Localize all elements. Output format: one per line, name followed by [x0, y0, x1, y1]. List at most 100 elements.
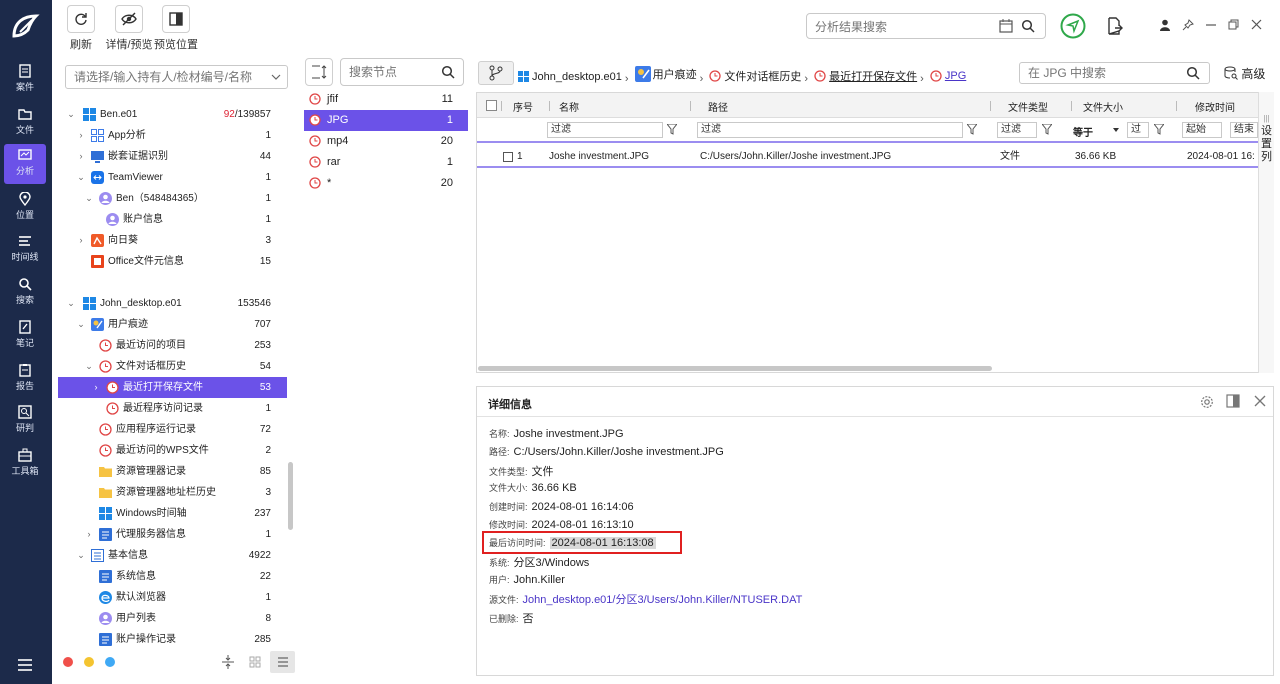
col-size[interactable]: 文件大小 [1083, 99, 1123, 114]
tree-item[interactable]: ⌄ Ben（548484365） 1 [58, 188, 287, 209]
nav-toolbox[interactable]: 工具箱 [4, 444, 46, 484]
search-icon[interactable] [1021, 19, 1035, 33]
breadcrumb-item[interactable]: 用户痕迹 [634, 66, 697, 82]
preview-position-button[interactable]: 预览位置 [154, 5, 198, 52]
chevron-down-icon[interactable]: ⌄ [66, 104, 76, 125]
tree-item[interactable]: 最近程序访问记录 1 [58, 398, 287, 419]
size-filter[interactable]: 过滤 [1127, 122, 1149, 138]
extension-item[interactable]: mp4 20 [304, 131, 468, 152]
tree-item[interactable]: › App分析 1 [58, 125, 287, 146]
chevron-down-icon[interactable]: ⌄ [76, 167, 86, 188]
chevron-down-icon[interactable]: ⌄ [84, 188, 94, 209]
breadcrumb-item[interactable]: 最近打开保存文件 [814, 68, 917, 84]
tree-item[interactable]: ⌄ 用户痕迹 707 [58, 314, 287, 335]
col-name[interactable]: 名称 [559, 99, 579, 114]
tree-item[interactable]: › 嵌套证据识别 44 [58, 146, 287, 167]
table-row[interactable]: 1 Joshe investment.JPG C:/Users/John.Kil… [477, 146, 1259, 168]
sort-button[interactable] [305, 58, 333, 86]
menu-icon[interactable] [17, 658, 33, 672]
chevron-right-icon[interactable]: › [76, 125, 86, 146]
search-icon[interactable] [441, 65, 455, 79]
node-search-input[interactable] [349, 65, 439, 79]
gear-icon[interactable] [1200, 395, 1214, 409]
tree-item[interactable]: ⌄ John_desktop.e01 153546 [58, 293, 287, 314]
name-filter[interactable]: 过滤 [547, 122, 663, 138]
tree-item[interactable]: › 最近打开保存文件 53 [58, 377, 287, 398]
column-settings-button[interactable]: ||| 设置列 [1258, 92, 1274, 373]
tree-item[interactable]: 最近访问的WPS文件 2 [58, 440, 287, 461]
nav-search[interactable]: 搜索 [4, 273, 46, 313]
location-send-icon[interactable] [1060, 13, 1086, 39]
chevron-down-icon[interactable]: ⌄ [76, 545, 86, 566]
chevron-down-icon[interactable] [271, 74, 281, 80]
blue-dot-icon[interactable] [105, 657, 115, 667]
export-file-icon[interactable] [1107, 17, 1123, 35]
tree-item[interactable]: 账户信息 1 [58, 209, 287, 230]
nav-case[interactable]: 案件 [4, 60, 46, 100]
nav-report[interactable]: 报告 [4, 359, 46, 399]
tree-item[interactable]: ⌄ TeamViewer 1 [58, 167, 287, 188]
advanced-search-button[interactable]: 高级 [1224, 65, 1265, 82]
filter-icon[interactable] [667, 124, 677, 135]
table-horizontal-scrollbar[interactable] [478, 366, 992, 371]
nav-research[interactable]: 研判 [4, 401, 46, 441]
nav-timeline[interactable]: 时间线 [4, 230, 46, 270]
pin-icon[interactable] [1182, 19, 1194, 31]
select-all-checkbox[interactable] [486, 100, 497, 111]
chevron-down-icon[interactable]: ⌄ [76, 314, 86, 335]
tree-item[interactable]: › 向日葵 3 [58, 230, 287, 251]
in-node-search-field[interactable] [1019, 62, 1210, 84]
close-icon[interactable] [1251, 19, 1262, 30]
grid-view-icon[interactable] [249, 656, 261, 668]
tree-item[interactable]: 系统信息 22 [58, 566, 287, 587]
analysis-search-field[interactable] [806, 13, 1046, 39]
filter-icon[interactable] [1154, 124, 1164, 135]
in-node-search-input[interactable] [1028, 66, 1178, 80]
red-dot-icon[interactable] [63, 657, 73, 667]
analysis-search-input[interactable] [815, 18, 995, 35]
evidence-filter-field[interactable] [65, 65, 288, 89]
detail-value[interactable]: John_desktop.e01/分区3/Users/John.Killer/N… [523, 594, 803, 606]
filter-icon[interactable] [1042, 124, 1052, 135]
extension-item[interactable]: jfif 11 [304, 89, 468, 110]
minimize-icon[interactable] [1206, 24, 1216, 26]
tree-item[interactable]: 最近访问的项目 253 [58, 335, 287, 356]
chevron-right-icon[interactable]: › [91, 377, 101, 398]
collapse-rows-icon[interactable] [222, 655, 234, 669]
tree-scrollbar[interactable] [288, 462, 293, 530]
row-checkbox[interactable] [503, 152, 513, 162]
nav-location[interactable]: 位置 [4, 188, 46, 228]
col-index[interactable]: 序号 [513, 99, 533, 114]
nav-files[interactable]: 文件 [4, 103, 46, 143]
tree-item[interactable]: ⌄ 文件对话框历史 54 [58, 356, 287, 377]
col-path[interactable]: 路径 [708, 99, 728, 114]
close-icon[interactable] [1254, 395, 1266, 407]
list-view-button[interactable] [270, 651, 295, 673]
branch-button[interactable] [478, 61, 514, 85]
nav-notes[interactable]: 笔记 [4, 316, 46, 356]
search-icon[interactable] [1186, 66, 1200, 80]
extension-item[interactable]: * 20 [304, 173, 468, 194]
user-icon[interactable] [1159, 19, 1171, 31]
extension-item[interactable]: rar 1 [304, 152, 468, 173]
tree-item[interactable]: Windows时间轴 237 [58, 503, 287, 524]
tree-item[interactable]: Office文件元信息 15 [58, 251, 287, 272]
tree-item[interactable]: 默认浏览器 1 [58, 587, 287, 608]
tree-item[interactable]: 用户列表 8 [58, 608, 287, 629]
nav-analysis[interactable]: 分析 [4, 144, 46, 184]
tree-item[interactable]: ⌄ 基本信息 4922 [58, 545, 287, 566]
path-filter[interactable]: 过滤 [697, 122, 963, 138]
tree-item[interactable]: › 代理服务器信息 1 [58, 524, 287, 545]
calendar-icon[interactable] [999, 19, 1013, 33]
filter-icon[interactable] [967, 124, 977, 135]
tree-item[interactable]: 应用程序运行记录 72 [58, 419, 287, 440]
yellow-dot-icon[interactable] [84, 657, 94, 667]
size-operator-select[interactable]: 等于 [1073, 124, 1093, 139]
col-mtime[interactable]: 修改时间 [1195, 99, 1235, 114]
evidence-filter-input[interactable] [74, 70, 264, 84]
refresh-button[interactable]: 刷新 [64, 5, 98, 52]
extension-item[interactable]: JPG 1 [304, 110, 468, 131]
end-time-filter[interactable]: 结束 [1230, 122, 1258, 138]
breadcrumb-item[interactable]: 文件对话框历史 [709, 68, 801, 84]
tree-item[interactable]: 资源管理器地址栏历史 3 [58, 482, 287, 503]
